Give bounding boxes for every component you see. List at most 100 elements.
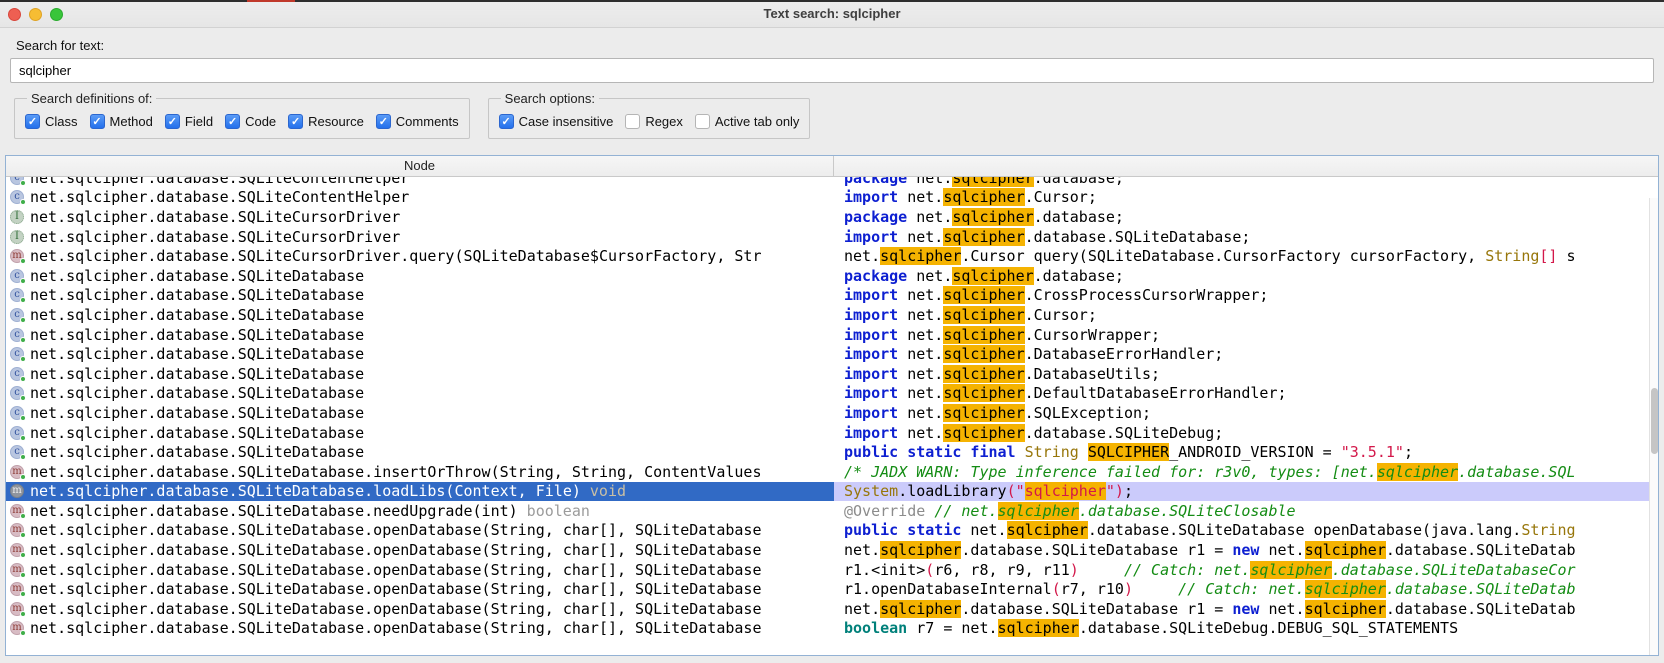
code-cell: import net.sqlcipher.Cursor; bbox=[834, 188, 1658, 208]
search-options-group: Search options: ✓Case insensitiveRegexAc… bbox=[488, 91, 811, 139]
code-token: .database; bbox=[1034, 208, 1124, 226]
node-cell: cnet.sqlcipher.database.SQLiteContentHel… bbox=[6, 188, 834, 208]
table-row[interactable]: cnet.sqlcipher.database.SQLiteDatabaseim… bbox=[6, 423, 1658, 443]
table-row[interactable]: mnet.sqlcipher.database.SQLiteDatabase.o… bbox=[6, 560, 1658, 580]
checkbox-case-insensitive[interactable]: ✓Case insensitive bbox=[499, 114, 614, 129]
node-column-header[interactable]: Node bbox=[6, 156, 834, 176]
code-token: package bbox=[844, 208, 907, 226]
table-row[interactable]: mnet.sqlcipher.database.SQLiteDatabase.o… bbox=[6, 619, 1658, 639]
checked-checkbox-icon[interactable]: ✓ bbox=[376, 114, 391, 129]
table-row[interactable]: cnet.sqlcipher.database.SQLiteContentHel… bbox=[6, 188, 1658, 208]
code-token: r7 = net. bbox=[907, 619, 997, 637]
close-button[interactable] bbox=[8, 8, 21, 21]
table-row[interactable]: mnet.sqlcipher.database.SQLiteDatabase.o… bbox=[6, 521, 1658, 541]
code-cell: @Override // net.sqlcipher.database.SQLi… bbox=[834, 501, 1658, 521]
class-icon: c bbox=[10, 386, 24, 400]
checkbox-comments[interactable]: ✓Comments bbox=[376, 114, 459, 129]
table-row[interactable]: Inet.sqlcipher.database.SQLiteCursorDriv… bbox=[6, 207, 1658, 227]
node-label: net.sqlcipher.database.SQLiteDatabase.op… bbox=[30, 521, 762, 539]
table-row[interactable]: mnet.sqlcipher.database.SQLiteCursorDriv… bbox=[6, 246, 1658, 266]
checkbox-code[interactable]: ✓Code bbox=[225, 114, 276, 129]
scrollbar-thumb[interactable] bbox=[1651, 388, 1658, 454]
node-label: net.sqlcipher.database.SQLiteDatabase bbox=[30, 306, 364, 324]
zoom-button[interactable] bbox=[50, 8, 63, 21]
class-icon: c bbox=[10, 445, 24, 459]
public-marker-dot bbox=[20, 474, 26, 480]
method-icon: m bbox=[10, 621, 24, 635]
code-column-header[interactable] bbox=[834, 156, 1658, 176]
definitions-checkboxes: ✓Class ✓Method ✓Field ✓Code ✓Resource ✓Commen… bbox=[25, 114, 459, 129]
search-match-highlight: sqlcipher bbox=[943, 306, 1024, 324]
code-token: /* JADX WARN: Type inference failed for:… bbox=[844, 463, 1377, 481]
code-token: .DefaultDatabaseErrorHandler; bbox=[1025, 384, 1287, 402]
checkbox-resource[interactable]: ✓Resource bbox=[288, 114, 364, 129]
checkbox-label: Regex bbox=[645, 114, 683, 129]
code-cell: import net.sqlcipher.database.SQLiteData… bbox=[834, 227, 1658, 247]
node-cell: Inet.sqlcipher.database.SQLiteCursorDriv… bbox=[6, 227, 834, 247]
public-marker-dot bbox=[20, 435, 26, 441]
checkbox-method[interactable]: ✓Method bbox=[90, 114, 153, 129]
search-match-highlight: sqlcipher bbox=[1250, 561, 1331, 579]
table-row[interactable]: cnet.sqlcipher.database.SQLiteDatabaseim… bbox=[6, 384, 1658, 404]
code-token: net. bbox=[898, 188, 943, 206]
code-token: .database.SQLiteClosable bbox=[1079, 502, 1296, 520]
code-cell: import net.sqlcipher.SQLException; bbox=[834, 403, 1658, 423]
node-label: net.sqlcipher.database.SQLiteContentHelp… bbox=[30, 188, 409, 206]
table-row[interactable]: cnet.sqlcipher.database.SQLiteDatabaseim… bbox=[6, 325, 1658, 345]
vertical-scrollbar[interactable] bbox=[1649, 198, 1658, 656]
checked-checkbox-icon[interactable]: ✓ bbox=[225, 114, 240, 129]
class-icon: c bbox=[10, 288, 24, 302]
search-match-highlight: sqlcipher bbox=[1007, 521, 1088, 539]
table-row[interactable]: mnet.sqlcipher.database.SQLiteDatabase.o… bbox=[6, 540, 1658, 560]
checkbox-field[interactable]: ✓Field bbox=[165, 114, 213, 129]
checkbox-label: Active tab only bbox=[715, 114, 800, 129]
table-row[interactable]: cnet.sqlcipher.database.SQLiteDatabaseim… bbox=[6, 403, 1658, 423]
table-row[interactable]: cnet.sqlcipher.database.SQLiteDatabasepa… bbox=[6, 266, 1658, 286]
checkbox-regex[interactable]: Regex bbox=[625, 114, 683, 129]
public-marker-dot bbox=[20, 532, 26, 538]
table-row[interactable]: Inet.sqlcipher.database.SQLiteCursorDriv… bbox=[6, 227, 1658, 247]
node-cell: mnet.sqlcipher.database.SQLiteDatabase.o… bbox=[6, 521, 834, 541]
checkbox-active-tab-only[interactable]: Active tab only bbox=[695, 114, 800, 129]
code-token: ( bbox=[925, 561, 934, 579]
code-token: .database.SQLiteDatabase openDatabase(ja… bbox=[1088, 521, 1521, 539]
table-row[interactable]: mnet.sqlcipher.database.SQLiteDatabase.o… bbox=[6, 599, 1658, 619]
checked-checkbox-icon[interactable]: ✓ bbox=[499, 114, 514, 129]
class-icon: c bbox=[10, 177, 24, 185]
unchecked-checkbox-icon[interactable] bbox=[695, 114, 710, 129]
search-match-highlight: sqlcipher bbox=[998, 502, 1079, 520]
node-label: net.sqlcipher.database.SQLiteContentHelp… bbox=[30, 177, 409, 187]
unchecked-checkbox-icon[interactable] bbox=[625, 114, 640, 129]
search-input[interactable] bbox=[10, 58, 1654, 83]
code-token: .loadLibrary bbox=[898, 482, 1006, 500]
table-row[interactable]: mnet.sqlcipher.database.SQLiteDatabase.i… bbox=[6, 462, 1658, 482]
screen-top-edge bbox=[0, 0, 1664, 2]
table-row[interactable]: cnet.sqlcipher.database.SQLiteDatabaseim… bbox=[6, 364, 1658, 384]
code-token: net. bbox=[898, 345, 943, 363]
public-marker-dot bbox=[20, 415, 26, 421]
checked-checkbox-icon[interactable]: ✓ bbox=[165, 114, 180, 129]
code-token: ") bbox=[1106, 482, 1124, 500]
table-row[interactable]: mnet.sqlcipher.database.SQLiteDatabase.l… bbox=[6, 482, 1658, 502]
table-row[interactable]: mnet.sqlcipher.database.SQLiteDatabase.o… bbox=[6, 579, 1658, 599]
checkbox-class[interactable]: ✓Class bbox=[25, 114, 78, 129]
search-form: Search for text: Search definitions of: … bbox=[0, 28, 1664, 139]
table-row[interactable]: mnet.sqlcipher.database.SQLiteDatabase.n… bbox=[6, 501, 1658, 521]
table-row[interactable]: c net.sqlcipher.database.SQLiteContentHel… bbox=[6, 177, 1658, 188]
checked-checkbox-icon[interactable]: ✓ bbox=[25, 114, 40, 129]
checked-checkbox-icon[interactable]: ✓ bbox=[90, 114, 105, 129]
code-token: ( bbox=[1052, 580, 1061, 598]
node-cell: cnet.sqlcipher.database.SQLiteDatabase bbox=[6, 403, 834, 423]
node-cell: cnet.sqlcipher.database.SQLiteDatabase bbox=[6, 305, 834, 325]
minimize-button[interactable] bbox=[29, 8, 42, 21]
table-row[interactable]: cnet.sqlcipher.database.SQLiteDatabasepu… bbox=[6, 442, 1658, 462]
checked-checkbox-icon[interactable]: ✓ bbox=[288, 114, 303, 129]
titlebar: Text search: sqlcipher bbox=[0, 0, 1664, 28]
table-body: c net.sqlcipher.database.SQLiteContentHel… bbox=[6, 177, 1658, 656]
table-row[interactable]: cnet.sqlcipher.database.SQLiteDatabaseim… bbox=[6, 344, 1658, 364]
table-row[interactable]: cnet.sqlcipher.database.SQLiteDatabaseim… bbox=[6, 286, 1658, 306]
table-row[interactable]: cnet.sqlcipher.database.SQLiteDatabaseim… bbox=[6, 305, 1658, 325]
code-token: import bbox=[844, 326, 898, 344]
public-marker-dot bbox=[20, 513, 26, 519]
code-token: [] bbox=[1539, 247, 1557, 265]
